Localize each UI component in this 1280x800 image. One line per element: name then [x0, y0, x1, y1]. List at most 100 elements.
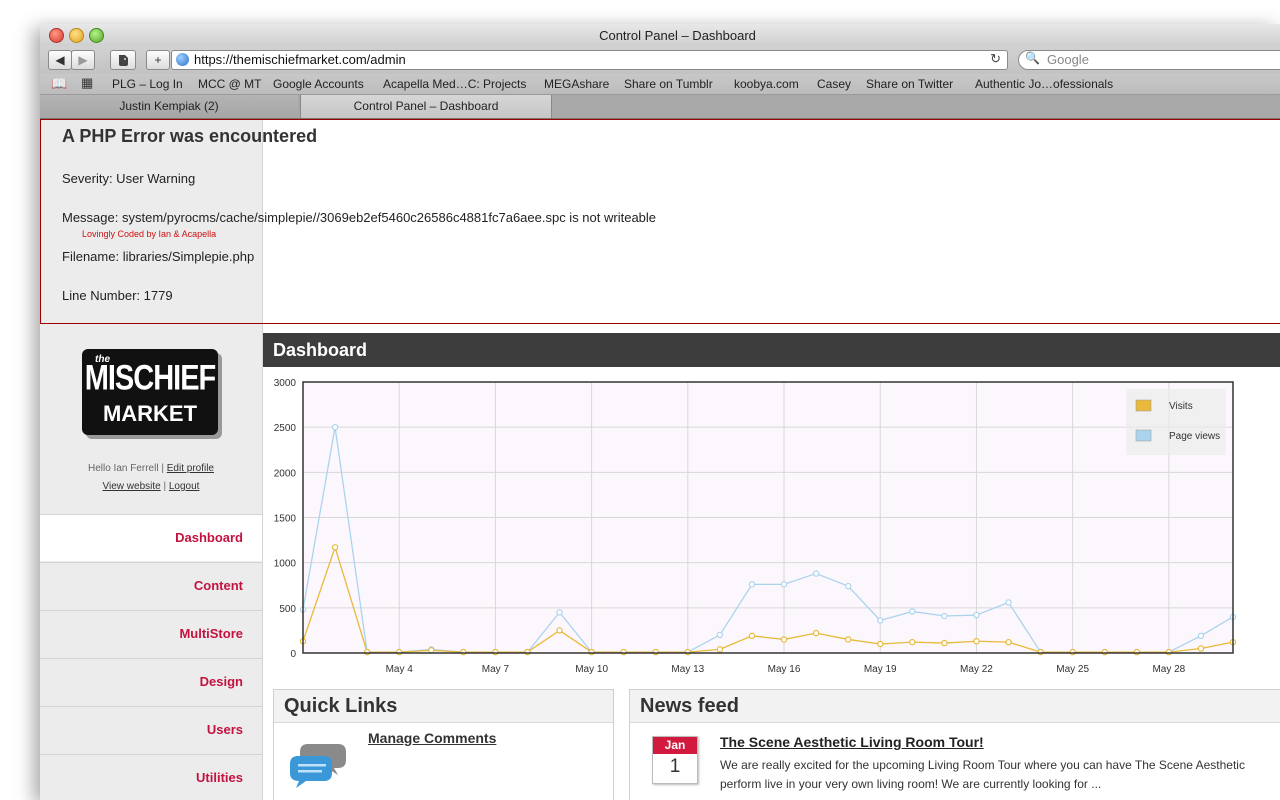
data-point — [524, 648, 531, 656]
calendar-month: Jan — [653, 737, 697, 754]
data-point — [844, 636, 852, 643]
x-tick-label: May 16 — [768, 664, 801, 675]
x-tick-label: May 4 — [386, 664, 414, 675]
legend-swatch — [1135, 399, 1152, 412]
y-tick-label: 2000 — [274, 468, 297, 479]
data-point — [748, 581, 756, 588]
nav-design[interactable]: Design — [40, 658, 262, 705]
bookmark-item[interactable]: MCC @ MT — [198, 77, 262, 91]
data-point — [363, 648, 371, 656]
data-point — [1133, 648, 1140, 656]
reload-icon[interactable]: ↻ — [990, 51, 1001, 67]
data-point — [844, 582, 852, 590]
search-placeholder: Google — [1047, 52, 1089, 67]
book-icon[interactable]: 📖 — [51, 76, 67, 92]
data-point — [941, 612, 948, 620]
bookmark-item[interactable]: Share on Twitter — [866, 77, 953, 91]
nav-utilities[interactable]: Utilities — [40, 754, 262, 800]
error-title: A PHP Error was encountered — [62, 126, 318, 146]
error-line-number: Line Number: 1779 — [62, 288, 173, 303]
dashboard-header: Dashboard — [263, 333, 1280, 367]
edit-profile-link[interactable]: Edit profile — [167, 463, 214, 474]
bookmark-item[interactable]: MEGAshare — [544, 77, 609, 91]
data-point — [941, 639, 948, 647]
address-bar[interactable]: https://themischiefmarket.com/admin ↻ — [171, 50, 1008, 70]
nav-users[interactable]: Users — [40, 706, 262, 753]
evernote-button[interactable] — [110, 50, 136, 70]
error-message: Message: system/pyrocms/cache/simplepie/… — [62, 210, 657, 225]
coded-by-credit: Lovingly Coded by Ian & Acapella — [82, 229, 217, 239]
search-input[interactable]: 🔍 Google — [1018, 50, 1280, 70]
forward-arrow-icon: ▶ — [78, 53, 88, 67]
bookmark-item[interactable]: Authentic Jo…ofessionals — [975, 77, 1113, 91]
view-website-link[interactable]: View website — [103, 481, 161, 492]
grid-icon[interactable]: ▦ — [81, 75, 93, 91]
x-tick-label: May 28 — [1152, 664, 1185, 675]
window-title: Control Panel – Dashboard — [599, 28, 756, 43]
data-point — [973, 638, 980, 645]
add-bookmark-button[interactable]: + — [146, 50, 170, 70]
forward-button[interactable]: ▶ — [71, 50, 95, 70]
plus-icon: + — [154, 53, 162, 67]
quick-links-title: Quick Links — [274, 690, 613, 723]
data-point — [652, 648, 659, 656]
tab-bar: Justin Kempiak (2) Control Panel – Dashb… — [40, 95, 1280, 119]
site-logo[interactable]: the MISCHIEF MARKET — [82, 349, 218, 435]
bookmark-item[interactable]: PLG – Log In — [112, 77, 183, 91]
separator: | — [161, 463, 164, 474]
comments-icon — [290, 744, 346, 788]
bookmarks-bar: 📖 ▦ PLG – Log In MCC @ MT Google Account… — [40, 74, 1280, 95]
data-point — [780, 581, 788, 588]
data-point — [812, 629, 820, 637]
y-tick-label: 2500 — [274, 423, 297, 434]
y-tick-label: 500 — [279, 604, 296, 615]
error-severity: Severity: User Warning — [62, 171, 196, 186]
legend-box — [1126, 389, 1226, 455]
logout-link[interactable]: Logout — [169, 481, 200, 492]
news-feed-panel: News feed Jan 1 The Scene Aesthetic Livi… — [629, 689, 1280, 800]
elephant-icon — [119, 55, 128, 66]
bookmark-item[interactable]: Casey — [817, 77, 851, 91]
bookmark-item[interactable]: Google Accounts — [273, 77, 364, 91]
url-text: https://themischiefmarket.com/admin — [194, 52, 406, 67]
separator: | — [163, 481, 167, 492]
bookmark-item[interactable]: Acapella Med…C: Projects — [383, 77, 526, 91]
legend-label: Page views — [1169, 431, 1220, 442]
legend-label: Visits — [1169, 401, 1193, 412]
data-point — [877, 617, 884, 624]
data-point — [396, 648, 403, 656]
browser-toolbar: ◀ ▶ + https://themischiefmarket.com/admi… — [40, 46, 1280, 74]
bookmark-item[interactable]: Share on Tumblr — [624, 77, 713, 91]
user-info: Hello Ian Ferrell | Edit profile View we… — [40, 460, 262, 496]
legend-swatch — [1135, 429, 1152, 442]
news-feed-title: News feed — [630, 690, 1280, 723]
php-error-box: A PHP Error was encountered Severity: Us… — [40, 119, 1280, 324]
tab-justin-kempiak[interactable]: Justin Kempiak (2) — [40, 95, 298, 118]
back-arrow-icon: ◀ — [55, 53, 65, 67]
data-point — [331, 423, 339, 431]
data-point — [588, 648, 595, 656]
data-point — [877, 640, 884, 648]
back-button[interactable]: ◀ — [48, 50, 72, 70]
data-point — [1069, 648, 1076, 656]
bookmark-item[interactable]: koobya.com — [734, 77, 799, 91]
news-headline-link[interactable]: The Scene Aesthetic Living Room Tour! — [720, 734, 984, 750]
tab-control-panel[interactable]: Control Panel – Dashboard — [300, 95, 552, 118]
y-tick-label: 3000 — [274, 378, 297, 389]
data-point — [1005, 599, 1012, 606]
nav-content[interactable]: Content — [40, 562, 262, 609]
data-point — [556, 627, 563, 634]
data-point — [1197, 645, 1205, 652]
nav-dashboard[interactable]: Dashboard — [40, 514, 262, 561]
data-point — [331, 544, 339, 551]
nav-multistore[interactable]: MultiStore — [40, 610, 262, 657]
hello-text: Hello Ian Ferrell — [87, 463, 159, 474]
manage-comments-link[interactable]: Manage Comments — [368, 730, 496, 746]
y-tick-label: 1000 — [274, 559, 297, 570]
globe-icon — [176, 53, 189, 66]
search-icon: 🔍 — [1025, 51, 1040, 65]
data-point — [909, 638, 916, 646]
traffic-chart: 0 500 1000 1500 2000 2500 3000 May 4 May 7 May 10… — [274, 378, 1237, 675]
page-content: the MISCHIEF MARKET Hello Ian Ferrell | … — [40, 119, 1280, 800]
data-point — [460, 648, 467, 656]
